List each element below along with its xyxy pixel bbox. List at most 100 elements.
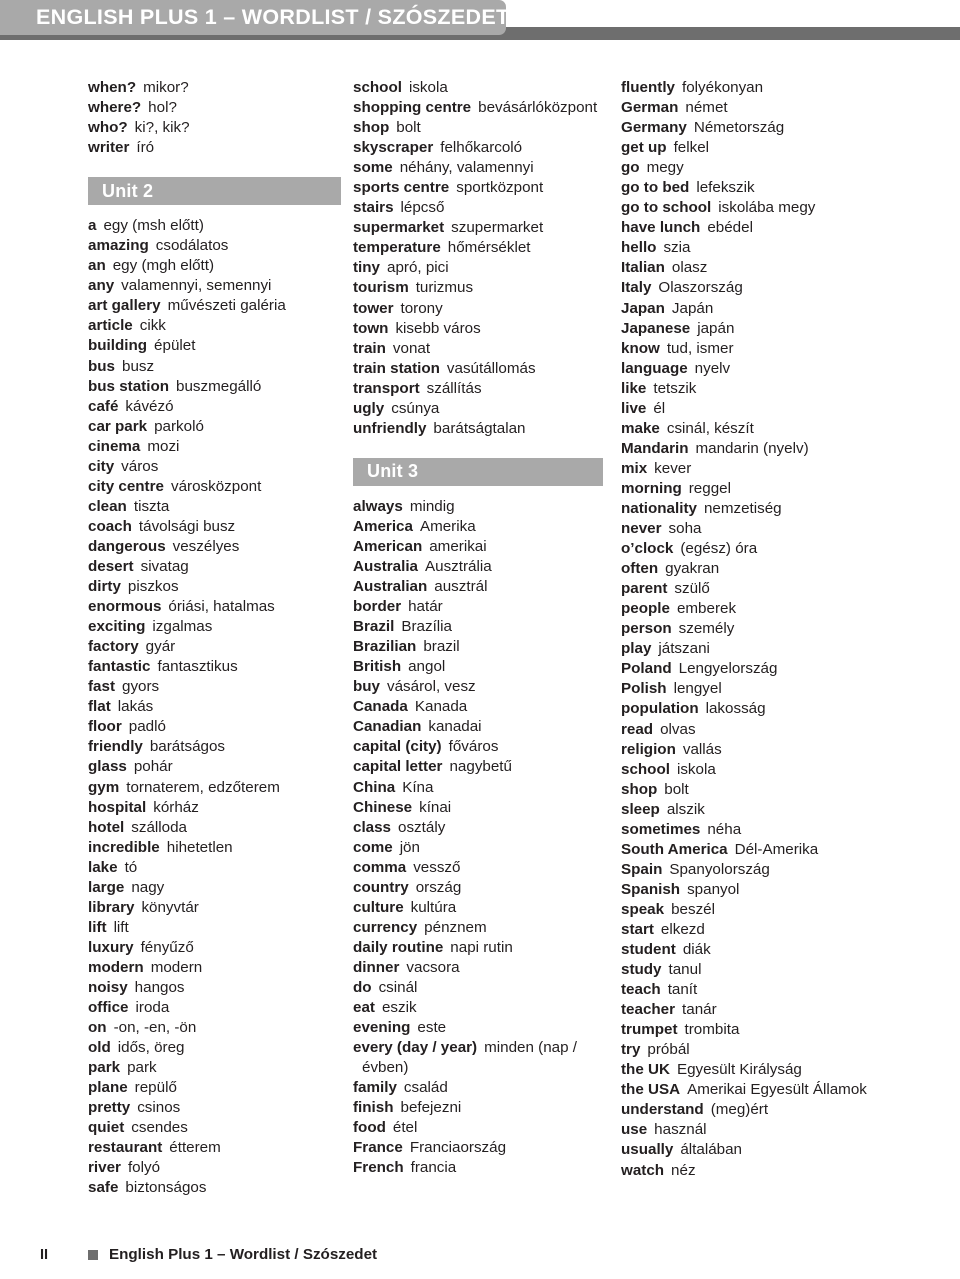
entry-term-en: teach (621, 981, 661, 999)
entry-term-hu: lakás (117, 698, 154, 716)
wordlist-entry: flat lakás (88, 697, 353, 717)
wordlist-entry: café kávézó (88, 397, 353, 417)
wordlist-entry: luxury fényűző (88, 938, 353, 958)
wordlist-entry: art gallery művészeti galéria (88, 296, 353, 316)
entry-term-en: food (353, 1119, 386, 1137)
entry-term-en: eat (353, 999, 375, 1017)
wordlist-entry: Spanish spanyol (621, 880, 896, 900)
wordlist-entry: who? ki?, kik? (88, 118, 353, 138)
entry-term-hu: busz (122, 357, 155, 375)
wordlist-entry: finish befejezni (353, 1098, 621, 1118)
entry-term-en: bus (88, 357, 116, 375)
wordlist-entry: Spain Spanyolország (621, 860, 896, 880)
entry-term-en: floor (88, 718, 122, 736)
wordlist-entry: America Amerika (353, 517, 621, 537)
wordlist-entry: dangerous veszélyes (88, 537, 353, 557)
entry-term-en: town (353, 319, 389, 337)
wordlist-entry: writer író (88, 138, 353, 158)
wordlist-entry: safe biztonságos (88, 1178, 353, 1198)
wordlist-entry: old idős, öreg (88, 1038, 353, 1058)
footer-page-number: II (40, 1246, 49, 1263)
entry-term-hu: tetszik (653, 379, 697, 397)
entry-term-en: o’clock (621, 540, 674, 558)
wordlist-entry: an egy (mgh előtt) (88, 256, 353, 276)
entry-term-hu: emberek (676, 600, 737, 618)
wordlist-entry: pretty csinos (88, 1098, 353, 1118)
wordlist-entry: do csinál (353, 978, 621, 998)
entry-term-en: the USA (621, 1081, 681, 1099)
entry-term-en: unfriendly (353, 419, 427, 437)
wordlist-entry: Australian ausztrál (353, 577, 621, 597)
entry-term-hu: csúnya (391, 399, 440, 417)
wordlist-entry: office iroda (88, 998, 353, 1018)
entry-term-hu: park (127, 1059, 157, 1077)
entry-term-hu: kórház (153, 798, 199, 816)
unit-heading-label: Unit 2 (102, 180, 154, 201)
entry-term-hu: nemzetiség (703, 499, 782, 517)
entry-term-en: speak (621, 900, 665, 918)
wordlist-entry: dinner vacsora (353, 958, 621, 978)
wordlist-entry: always mindig (353, 497, 621, 517)
entry-term-en: capital (city) (353, 738, 442, 756)
entry-term-hu: fényűző (140, 938, 194, 956)
entry-term-hu: folyó (127, 1159, 161, 1177)
entry-term-hu: olvas (660, 720, 696, 738)
wordlist-entry: fluently folyékonyan (621, 78, 896, 98)
entry-term-hu: beszél (671, 900, 715, 918)
entry-term-en: buy (353, 678, 381, 696)
entry-term-hu: főváros (448, 738, 499, 756)
entry-term-en: fantastic (88, 658, 151, 676)
entry-term-en: supermarket (353, 219, 445, 237)
wordlist-entry: have lunch ebédel (621, 218, 896, 238)
entry-term-en: American (353, 537, 423, 555)
wordlist-entry: amazing csodálatos (88, 236, 353, 256)
entry-term-hu: nyelv (694, 359, 731, 377)
entry-term-en: train (353, 339, 386, 357)
entry-term-hu: parkoló (154, 417, 204, 435)
entry-term-hu: gyár (145, 638, 176, 656)
entry-term-hu: próbál (647, 1041, 690, 1059)
wordlist-entry: glass pohár (88, 757, 353, 777)
entry-term-hu: veszélyes (172, 537, 240, 555)
entry-term-en: coach (88, 517, 132, 535)
entry-term-en: dangerous (88, 537, 166, 555)
wordlist-entry: gym tornaterem, edzőterem (88, 778, 353, 798)
wordlist-entry: Japanese japán (621, 319, 896, 339)
entry-term-hu: barátságtalan (433, 419, 526, 437)
wordlist-entry: building épület (88, 336, 353, 356)
entry-term-en: make (621, 419, 660, 437)
entry-term-hu: Németország (693, 119, 785, 137)
entry-term-en: Mandarin (621, 439, 689, 457)
entry-term-hu: iskola (408, 79, 448, 96)
entry-term-en: population (621, 700, 699, 718)
entry-term-hu: -on, -en, -ön (113, 1019, 197, 1037)
entry-term-en: who? (88, 119, 128, 137)
wordlist-entry: shop bolt (621, 780, 896, 800)
entry-term-en: lake (88, 858, 118, 876)
entry-term-en: skyscraper (353, 139, 434, 157)
wordlist-entry: nationality nemzetiség (621, 499, 896, 519)
entry-term-en: French (353, 1159, 404, 1177)
wordlist-entry: food étel (353, 1118, 621, 1138)
wordlist-entry: go to bed lefekszik (621, 178, 896, 198)
entry-term-en: go to bed (621, 179, 690, 197)
entry-term-en: every (day / year) (353, 1039, 478, 1057)
entry-term-hu: nagy (131, 878, 165, 896)
entry-term-en: tower (353, 299, 394, 317)
entry-term-en: trumpet (621, 1021, 678, 1039)
entry-term-en: go to school (621, 199, 712, 217)
wordlist-entry: article cikk (88, 316, 353, 336)
entry-term-hu: jön (399, 838, 420, 856)
entry-term-hu: (egész) óra (680, 540, 758, 558)
entry-term-en: Italian (621, 259, 665, 277)
wordlist-entry: hello szia (621, 238, 896, 258)
wordlist-entry: quiet csendes (88, 1118, 353, 1138)
entry-term-hu: vasútállomás (446, 359, 536, 377)
entry-term-en: train station (353, 359, 440, 377)
footer-title: English Plus 1 – Wordlist / Szószedet (109, 1246, 378, 1263)
entry-term-en: transport (353, 379, 420, 397)
wordlist-entry: class osztály (353, 818, 621, 838)
entry-term-hu: épület (154, 337, 196, 355)
entry-term-en: shopping centre (353, 99, 472, 117)
entry-term-en: restaurant (88, 1139, 163, 1157)
